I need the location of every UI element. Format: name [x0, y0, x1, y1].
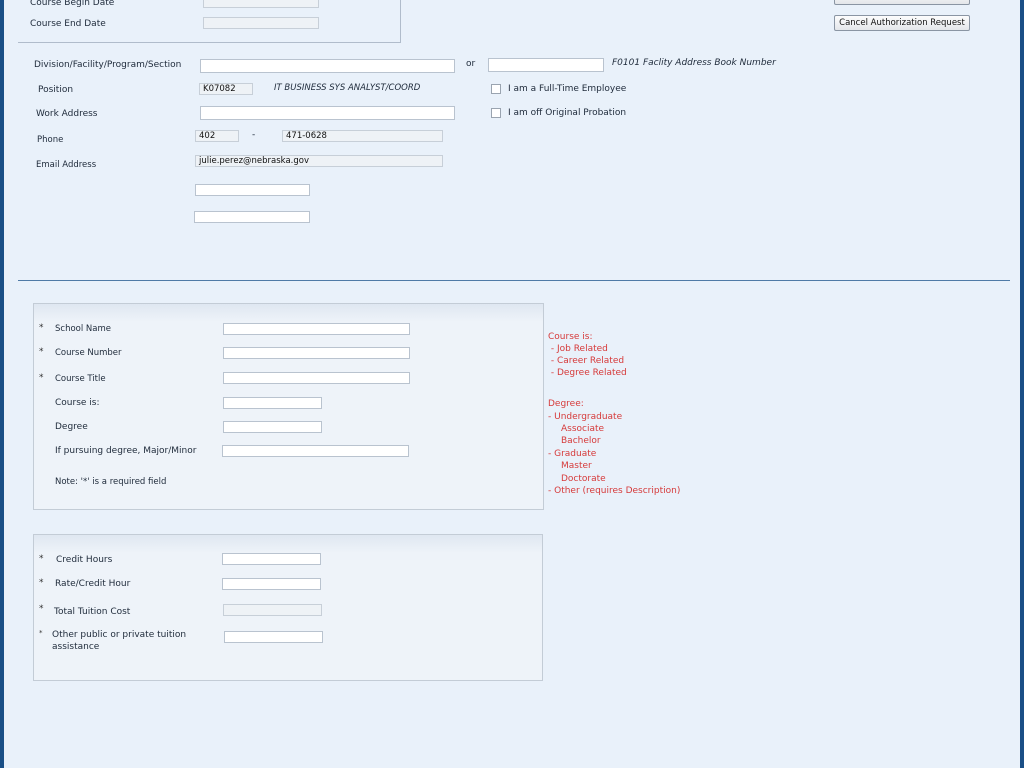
division-label: Division/Facility/Program/Section — [34, 60, 182, 70]
address-book-label: F0101 Faclity Address Book Number — [612, 58, 776, 68]
course-is-field[interactable] — [223, 397, 322, 409]
course-begin-date-field[interactable] — [203, 0, 319, 8]
probation-label: I am off Original Probation — [508, 108, 627, 118]
major-minor-field[interactable] — [222, 445, 409, 457]
required-marker: * — [39, 604, 44, 614]
rate-per-credit-label: Rate/Credit Hour — [55, 579, 131, 589]
school-name-label: School Name — [55, 324, 111, 334]
position-label: Position — [38, 85, 74, 95]
course-title-label: Course Title — [55, 374, 106, 384]
degree-help-line: - Other (requires Description) — [548, 486, 681, 496]
approve-button[interactable] — [834, 0, 970, 5]
probation-checkbox[interactable] — [491, 108, 501, 118]
degree-help-line: Associate — [561, 424, 605, 434]
address-book-number-field[interactable] — [488, 58, 604, 72]
school-name-field[interactable] — [223, 323, 410, 335]
required-marker: * — [39, 347, 44, 357]
required-marker: * — [39, 578, 44, 588]
rate-per-credit-field[interactable] — [222, 578, 321, 590]
required-note: Note: '*' is a required field — [55, 477, 167, 487]
credit-hours-field[interactable] — [222, 553, 321, 565]
phone-area-code-field[interactable]: 402 — [195, 130, 239, 142]
total-tuition-field — [223, 604, 322, 616]
course-title-field[interactable] — [223, 372, 410, 384]
phone-dash: - — [252, 130, 256, 140]
course-is-help-option: - Degree Related — [548, 368, 627, 378]
fulltime-employee-checkbox[interactable] — [491, 84, 501, 94]
window-frame-left — [0, 0, 4, 768]
course-number-field[interactable] — [223, 347, 410, 359]
required-marker: * — [39, 629, 43, 637]
required-marker: * — [39, 373, 44, 383]
email-label: Email Address — [36, 160, 97, 170]
or-label: or — [466, 59, 476, 69]
degree-help-heading: Degree: — [548, 399, 584, 409]
degree-help-line: - Graduate — [548, 449, 597, 459]
course-is-help-option: - Career Related — [548, 356, 625, 366]
fulltime-employee-label: I am a Full-Time Employee — [508, 84, 627, 94]
course-end-date-field[interactable] — [203, 17, 319, 29]
course-end-date-label: Course End Date — [30, 19, 106, 29]
section-divider — [18, 280, 1010, 281]
degree-help-line: - Undergraduate — [548, 412, 623, 422]
phone-label: Phone — [37, 135, 64, 145]
degree-label: Degree — [55, 422, 88, 432]
course-number-label: Course Number — [55, 348, 122, 358]
work-address-field[interactable] — [200, 106, 455, 120]
extra-field-1[interactable] — [195, 184, 310, 196]
extra-field-2[interactable] — [194, 211, 310, 223]
other-assistance-label: Other public or private tuition — [52, 630, 187, 640]
position-title: IT BUSINESS SYS ANALYST/COORD — [274, 83, 421, 93]
required-marker: * — [39, 554, 44, 564]
degree-help-line: Master — [561, 461, 592, 471]
course-begin-date-label: Course Begin Date — [30, 0, 115, 8]
course-is-label: Course is: — [55, 398, 100, 408]
credit-hours-label: Credit Hours — [56, 555, 113, 565]
other-assistance-field[interactable] — [224, 631, 323, 643]
course-is-help-heading: Course is: — [548, 332, 593, 342]
degree-help-line: Doctorate — [561, 474, 606, 484]
required-marker: * — [39, 323, 44, 333]
total-tuition-label: Total Tuition Cost — [54, 607, 131, 617]
window-frame-right — [1020, 0, 1024, 768]
major-minor-label: If pursuing degree, Major/Minor — [55, 446, 197, 456]
position-code-field: K07082 — [199, 83, 253, 95]
work-address-label: Work Address — [36, 109, 98, 119]
cancel-authorization-button[interactable]: Cancel Authorization Request — [834, 15, 970, 31]
phone-number-field[interactable]: 471-0628 — [282, 130, 443, 142]
degree-help-line: Bachelor — [561, 436, 601, 446]
division-field[interactable] — [200, 59, 455, 73]
other-assistance-label-cont: assistance — [52, 642, 100, 652]
course-is-help-option: - Job Related — [548, 344, 608, 354]
email-field[interactable]: julie.perez@nebraska.gov — [195, 155, 443, 167]
degree-field[interactable] — [223, 421, 322, 433]
